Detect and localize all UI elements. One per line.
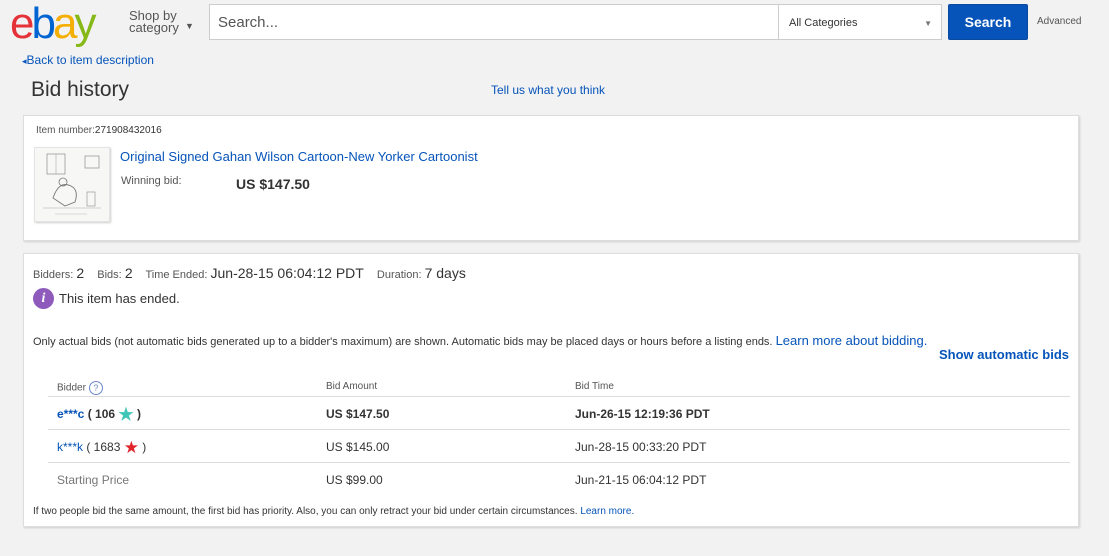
category-select[interactable]: All Categories ▼ [778, 4, 942, 40]
site-header: ebay Shop by category ▼ All Categories ▼… [0, 0, 1109, 48]
winning-bid-value: US $147.50 [236, 176, 310, 192]
learn-more-bidding-link[interactable]: Learn more about bidding. [776, 333, 928, 348]
duration: 7 days [424, 265, 466, 281]
table-row: Starting Price US $99.00 Jun-21-15 06:04… [57, 473, 707, 487]
table-row: e***c ( 106 ★ ) US $147.50 Jun-26-15 12:… [48, 397, 1070, 430]
bidders-count: 2 [76, 265, 85, 281]
time-ended: Jun-28-15 06:04:12 PDT [210, 265, 364, 281]
bids-note: Only actual bids (not automatic bids gen… [33, 333, 928, 348]
table-row: k***k ( 1683 ★ ) US $145.00 Jun-28-15 00… [48, 430, 1070, 463]
item-number: Item number:271908432016 [36, 125, 162, 136]
winning-bid-label: Winning bid: [121, 175, 182, 187]
bid-history-panel: Bidders: 2 Bids: 2 Time Ended: Jun-28-15… [23, 253, 1079, 527]
table-header: Bidder? Bid Amount Bid Time [48, 377, 1070, 397]
learn-more-link[interactable]: Learn more. [580, 506, 634, 517]
info-icon: i [33, 288, 54, 309]
cartoon-thumbnail-image [35, 148, 109, 221]
footer-note: If two people bid the same amount, the f… [33, 506, 635, 517]
feedback-link[interactable]: Tell us what you think [491, 83, 605, 97]
caret-down-icon: ▼ [185, 21, 194, 31]
bidder-link[interactable]: e***c [57, 407, 84, 421]
bidder-link[interactable]: k***k [57, 440, 83, 454]
shop-by-category-button[interactable]: Shop by category ▼ [129, 9, 194, 34]
item-thumbnail[interactable] [34, 147, 110, 222]
search-input[interactable] [209, 4, 779, 40]
caret-down-icon: ▼ [924, 19, 932, 28]
item-title-link[interactable]: Original Signed Gahan Wilson Cartoon-New… [120, 149, 478, 164]
question-icon[interactable]: ? [88, 381, 103, 395]
ebay-logo[interactable]: ebay [10, 2, 96, 46]
turquoise-star-icon[interactable]: ★ [118, 405, 133, 424]
advanced-search-link[interactable]: Advanced [1037, 16, 1081, 27]
item-panel: Item number:271908432016 Original Signed… [23, 115, 1079, 241]
search-button[interactable]: Search [948, 4, 1028, 40]
show-automatic-bids-link[interactable]: Show automatic bids [939, 347, 1069, 362]
bids-count: 2 [124, 265, 133, 281]
back-to-item-link[interactable]: ◂Back to item description [22, 53, 154, 67]
bid-summary: Bidders: 2 Bids: 2 Time Ended: Jun-28-15… [33, 265, 466, 281]
red-star-icon[interactable]: ★ [124, 438, 139, 457]
page-title: Bid history [31, 78, 130, 101]
bid-table: Bidder? Bid Amount Bid Time e***c ( 106 … [48, 377, 1070, 496]
